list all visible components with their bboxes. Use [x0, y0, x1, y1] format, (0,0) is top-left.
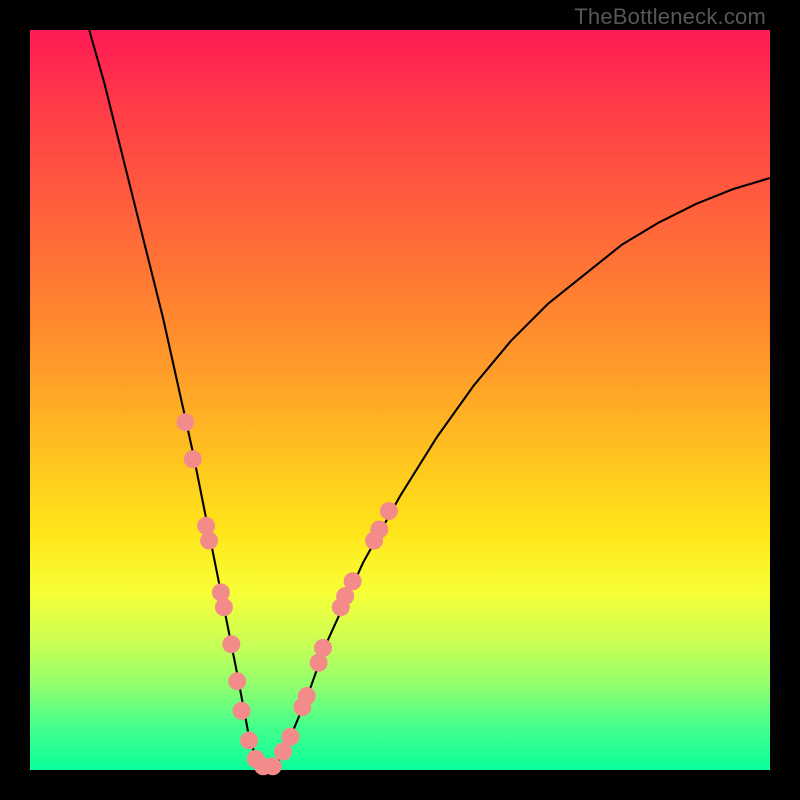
- chart-svg: [30, 30, 770, 770]
- data-marker: [370, 521, 388, 539]
- plot-area: [30, 30, 770, 770]
- data-marker: [240, 731, 258, 749]
- data-marker: [344, 572, 362, 590]
- watermark-text: TheBottleneck.com: [574, 4, 766, 30]
- data-marker: [200, 532, 218, 550]
- data-marker: [233, 702, 251, 720]
- data-marker: [212, 583, 230, 601]
- data-marker: [176, 413, 194, 431]
- data-marker: [197, 517, 215, 535]
- bottleneck-curve: [89, 30, 770, 770]
- data-marker: [298, 687, 316, 705]
- data-marker: [282, 728, 300, 746]
- data-marker: [314, 639, 332, 657]
- data-marker: [380, 502, 398, 520]
- outer-frame: TheBottleneck.com: [0, 0, 800, 800]
- data-markers: [176, 413, 398, 775]
- data-marker: [264, 757, 282, 775]
- data-marker: [228, 672, 246, 690]
- data-marker: [222, 635, 240, 653]
- data-marker: [184, 450, 202, 468]
- data-marker: [215, 598, 233, 616]
